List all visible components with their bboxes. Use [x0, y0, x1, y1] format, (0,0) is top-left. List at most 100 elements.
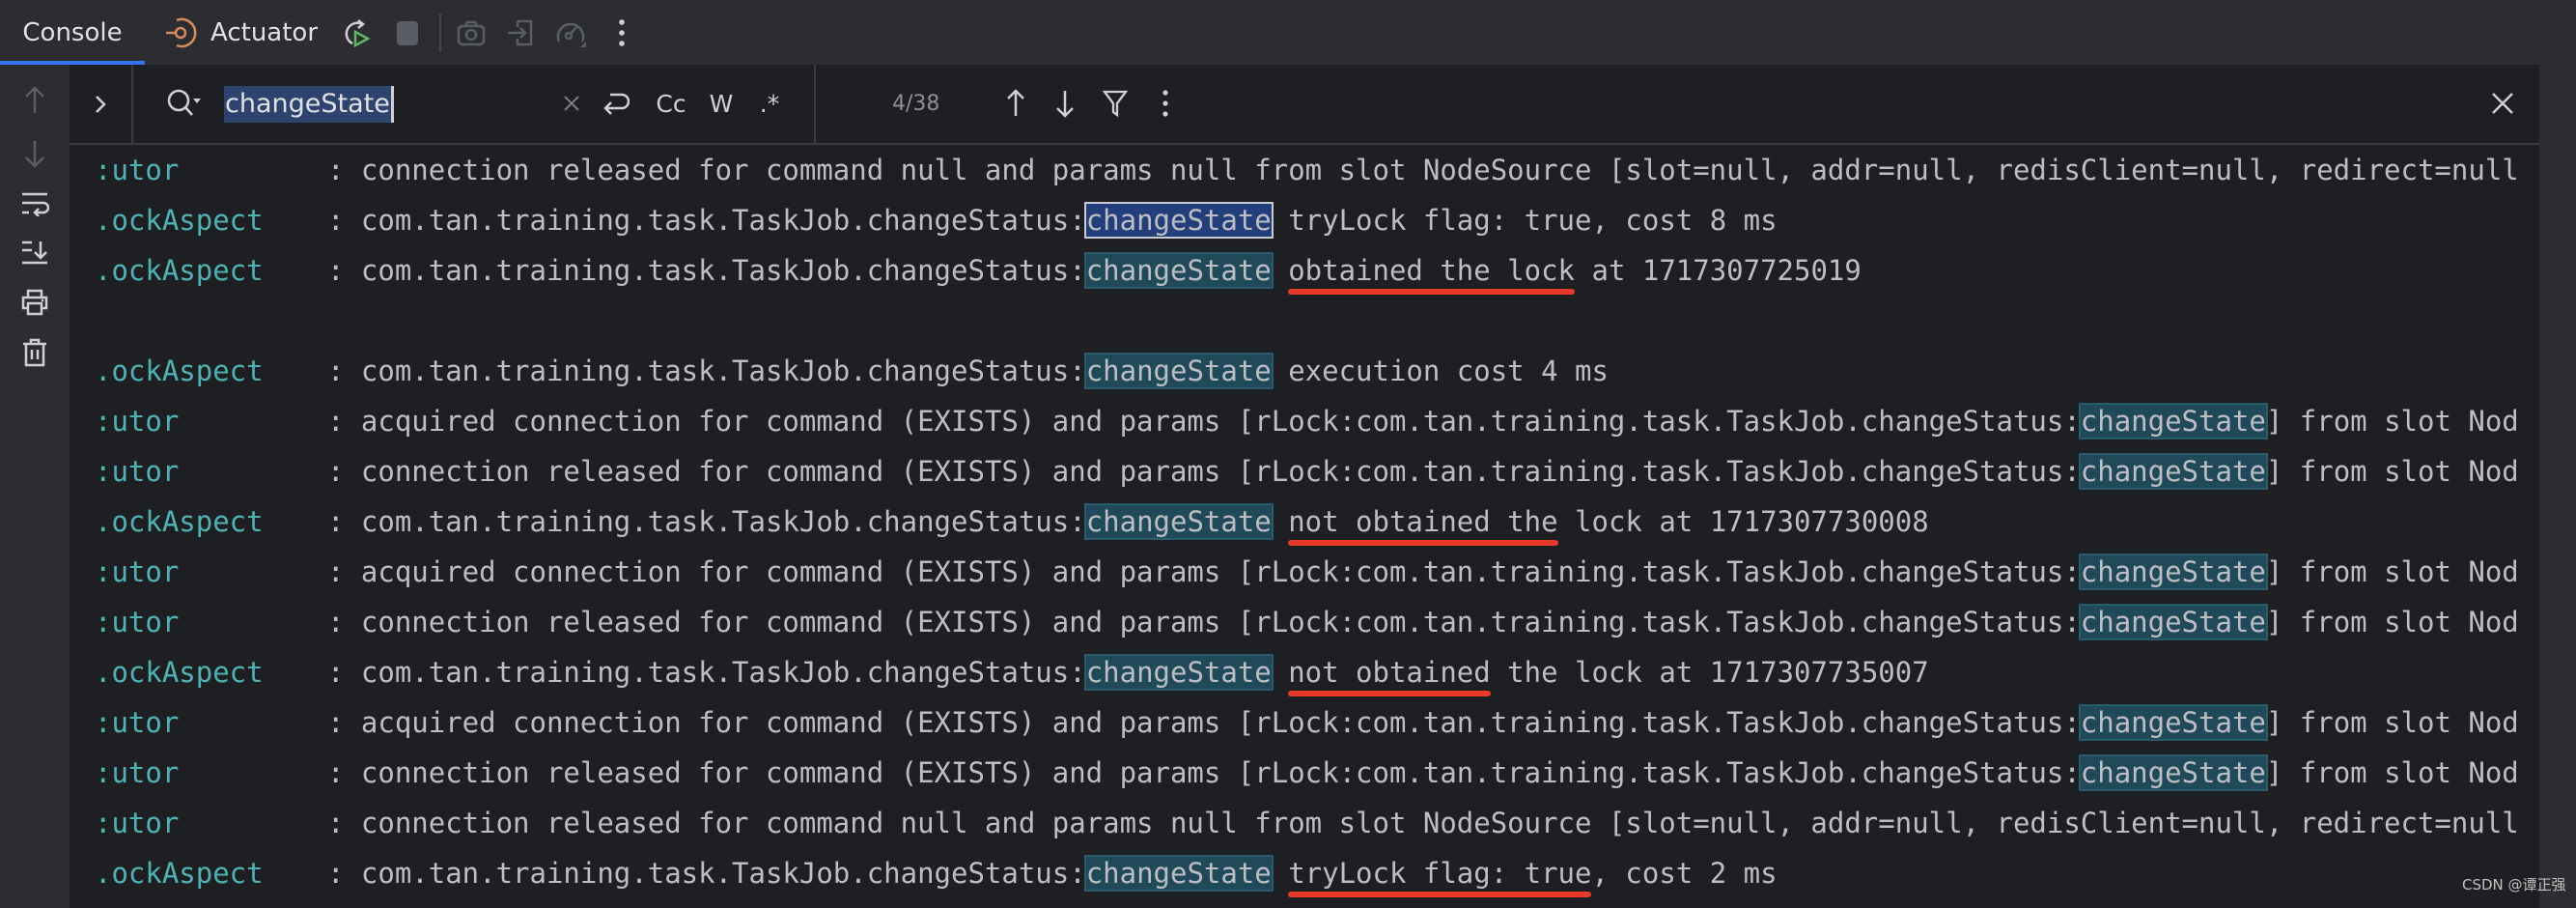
- logger-name: .ockAspect: [95, 505, 264, 538]
- tab-actuator-label: Actuator: [210, 17, 319, 47]
- trash-icon[interactable]: [14, 331, 56, 374]
- log-message-tail: not obtained the lock at 1717307735007: [1271, 656, 1929, 689]
- logger-name: .ockAspect: [95, 204, 264, 237]
- search-match: changeState: [2078, 754, 2268, 791]
- logger-name: :utor: [95, 555, 180, 588]
- logger-name: .ockAspect: [95, 355, 264, 387]
- print-icon[interactable]: [14, 281, 56, 324]
- search-match: changeState: [1083, 503, 1274, 540]
- more-vertical-icon[interactable]: [602, 14, 641, 52]
- search-input[interactable]: changeState: [224, 86, 394, 123]
- log-line: .ockAspect : com.tan.training.task.TaskJo…: [95, 647, 1929, 697]
- actuator-icon: [166, 17, 197, 47]
- chevron-right-icon: [96, 95, 106, 113]
- search-match: changeState: [2078, 553, 2268, 590]
- tab-console[interactable]: Console: [0, 0, 145, 65]
- previous-match-icon[interactable]: [996, 84, 1035, 123]
- scroll-to-end-icon[interactable]: [14, 231, 56, 273]
- log-line: :utor : connection released for command n…: [95, 145, 2519, 195]
- annotation-underline: [1288, 691, 1491, 696]
- regex-toggle[interactable]: .*: [750, 84, 789, 123]
- log-message: : com.tan.training.task.TaskJob.changeSt…: [327, 505, 1086, 538]
- log-line: .ockAspect : com.tan.training.task.TaskJo…: [95, 497, 1929, 547]
- logger-name: .ockAspect: [95, 254, 264, 287]
- log-message: : com.tan.training.task.TaskJob.changeSt…: [327, 656, 1086, 689]
- whole-words-toggle[interactable]: W: [702, 84, 741, 123]
- camera-icon[interactable]: [452, 14, 490, 52]
- log-message-tail: ] from slot Nod: [2265, 756, 2519, 789]
- log-message: : acquired connection for command (EXIST…: [327, 405, 2081, 438]
- tab-actuator[interactable]: Actuator: [164, 0, 318, 65]
- log-message: : com.tan.training.task.TaskJob.changeSt…: [327, 857, 1086, 890]
- log-message-tail: ] from slot Nod: [2265, 455, 2519, 488]
- stop-icon[interactable]: [388, 14, 427, 52]
- search-match: changeState: [1083, 855, 1274, 892]
- arrow-up-icon[interactable]: [14, 79, 56, 122]
- log-message: : com.tan.training.task.TaskJob.changeSt…: [327, 355, 1086, 387]
- log-message: : connection released for command (EXIST…: [327, 756, 2081, 789]
- logger-name: :utor: [95, 606, 180, 638]
- logger-name: .ockAspect: [95, 656, 264, 689]
- log-line: :utor : connection released for command (…: [95, 748, 2519, 798]
- search-more-icon[interactable]: [1146, 84, 1185, 123]
- search-match: changeState: [2078, 604, 2268, 640]
- log-line: :utor : connection released for command (…: [95, 597, 2519, 647]
- search-match: changeState: [2078, 704, 2268, 741]
- match-case-toggle[interactable]: Cc: [649, 84, 693, 123]
- tool-window-header: Console Actuator: [0, 0, 2576, 65]
- search-history-icon[interactable]: [164, 84, 207, 123]
- log-message-tail: ] from slot Nod: [2265, 555, 2519, 588]
- search-match: changeState: [2078, 403, 2268, 440]
- logger-name: :utor: [95, 154, 180, 186]
- annotation-underline: [1288, 892, 1592, 897]
- watermark: CSDN @谭正强: [2462, 876, 2566, 894]
- search-match: changeState: [1083, 252, 1274, 289]
- log-line: .ockAspect : com.tan.training.task.TaskJo…: [95, 346, 1609, 396]
- log-line: :utor: acquired connection for command (…: [95, 697, 2519, 748]
- logger-name: :utor: [95, 807, 180, 839]
- filter-icon[interactable]: [1096, 84, 1134, 123]
- log-message: : connection released for command (EXIST…: [327, 606, 2081, 638]
- log-message: : com.tan.training.task.TaskJob.changeSt…: [327, 254, 1086, 287]
- log-line: :utor: connection released for command (…: [95, 446, 2519, 497]
- soft-wrap-icon[interactable]: [14, 183, 56, 225]
- toolbar-separator: [439, 14, 441, 52]
- log-message-tail: not obtained the lock at 1717307730008: [1271, 505, 1929, 538]
- log-message-tail: obtained the lock at 1717307725019: [1271, 254, 1862, 287]
- log-message: : connection released for command (EXIST…: [327, 455, 2081, 488]
- console-side-toolbar: [0, 65, 70, 908]
- dashboard-icon[interactable]: [552, 14, 591, 52]
- logger-name: :utor: [95, 756, 180, 789]
- search-bar: changeState Cc W .* 4/38: [70, 65, 2539, 145]
- close-search-icon[interactable]: [2483, 84, 2522, 123]
- log-line: .ockAspect : com.tan.training.task.TaskJo…: [95, 245, 1862, 296]
- logger-name: :utor: [95, 405, 180, 438]
- log-line: :utor : acquired connection for command (…: [95, 396, 2519, 446]
- log-message-tail: execution cost 4 ms: [1271, 355, 1609, 387]
- match-count: 4/38: [892, 91, 940, 116]
- log-message-tail: tryLock flag: true, cost 2 ms: [1271, 857, 1778, 890]
- search-match: changeState: [1083, 654, 1274, 691]
- clear-search-icon[interactable]: [557, 84, 586, 123]
- logger-name: :utor: [95, 706, 180, 739]
- expand-replace-button[interactable]: [70, 65, 133, 143]
- current-search-match: changeState: [1083, 202, 1274, 239]
- next-match-icon[interactable]: [1046, 84, 1084, 123]
- log-message-tail: ] from slot Nod: [2265, 405, 2519, 438]
- log-message: : connection released for command null a…: [327, 807, 2519, 839]
- login-icon[interactable]: [502, 14, 541, 52]
- new-line-icon[interactable]: [596, 84, 634, 123]
- console-output[interactable]: :utor : connection released for command n…: [70, 145, 2539, 908]
- log-message: : connection released for command null a…: [327, 154, 2519, 186]
- rerun-icon[interactable]: [336, 14, 375, 52]
- arrow-down-icon[interactable]: [14, 132, 56, 175]
- log-message: : acquired connection for command (EXIST…: [327, 555, 2081, 588]
- vertical-scrollbar[interactable]: [2539, 65, 2576, 908]
- log-message-tail: tryLock flag: true, cost 8 ms: [1271, 204, 1778, 237]
- log-message-tail: ] from slot Nod: [2265, 706, 2519, 739]
- tab-console-label: Console: [22, 17, 123, 47]
- log-line: :utor : acquired connection for command (…: [95, 547, 2519, 597]
- log-message: : com.tan.training.task.TaskJob.changeSt…: [327, 204, 1086, 237]
- search-match: changeState: [2078, 453, 2268, 490]
